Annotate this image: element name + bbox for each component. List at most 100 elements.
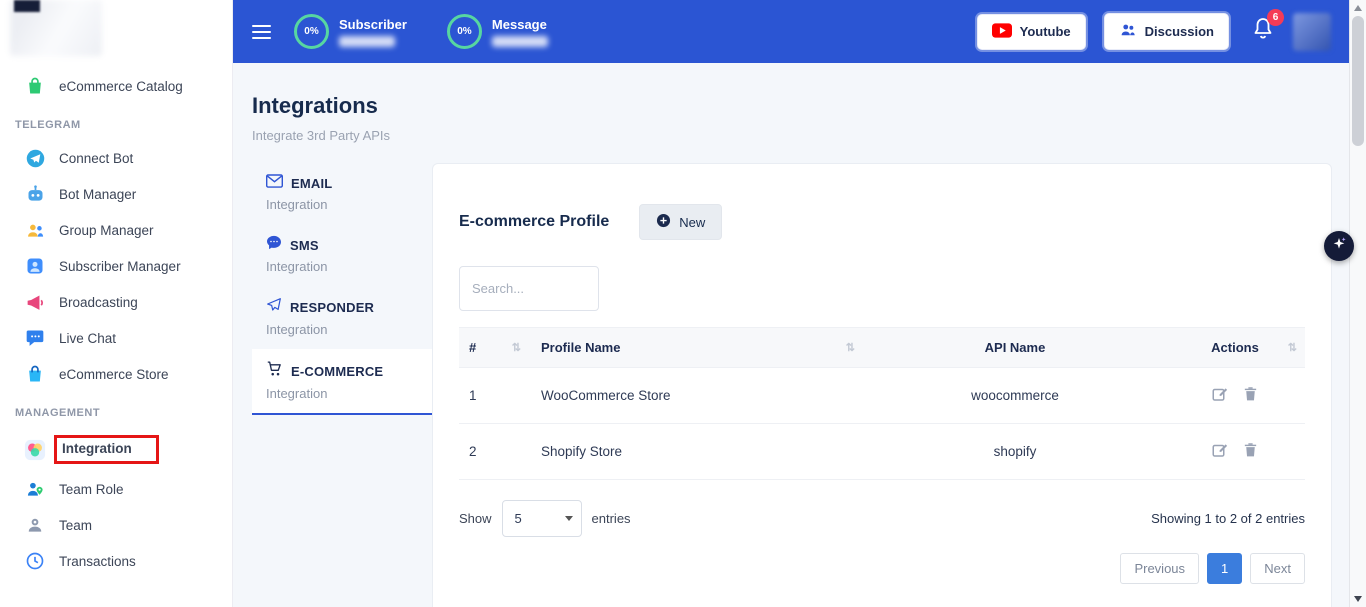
top-navbar: 0% Subscriber 0% Message Youtube Discuss… [233, 0, 1349, 63]
sidebar-item-label: Live Chat [59, 331, 116, 346]
team-role-icon [24, 478, 46, 500]
row-api-name: shopify [865, 424, 1165, 480]
subscriber-stat-label: Subscriber [339, 17, 407, 32]
annotation-highlight-box: Integration [54, 435, 159, 464]
search-input[interactable] [459, 266, 599, 311]
sidebar-item-ecommerce-store[interactable]: eCommerce Store [0, 356, 232, 392]
sidebar-item-label: Subscriber Manager [59, 259, 181, 274]
profiles-table: # ⇅ Profile Name⇅ API Name Actions ⇅ 1 [459, 327, 1305, 480]
sidebar-section-management: MANAGEMENT [0, 392, 232, 428]
ecommerce-profile-card: E-commerce Profile New #⇅ [432, 163, 1332, 607]
sidebar-item-ecommerce-catalog[interactable]: eCommerce Catalog [0, 68, 232, 104]
sidebar: eCommerce Catalog TELEGRAM Connect Bot B… [0, 0, 233, 607]
column-header-profile-name: Profile Name⇅ [531, 328, 865, 368]
subscriber-card-icon [24, 255, 46, 277]
row-profile-name: Shopify Store [531, 424, 865, 480]
robot-icon [24, 183, 46, 205]
sidebar-item-group-manager[interactable]: Group Manager [0, 212, 232, 248]
subscriber-progress-ring: 0% [294, 14, 329, 49]
store-bag-icon [24, 363, 46, 385]
edit-button[interactable] [1206, 383, 1234, 408]
tab-sublabel: Integration [266, 386, 420, 401]
sidebar-item-live-chat[interactable]: Live Chat [0, 320, 232, 356]
table-header-row: # ⇅ Profile Name⇅ API Name Actions ⇅ [459, 328, 1305, 368]
sort-icon[interactable]: ⇅ [1288, 341, 1297, 354]
chat-bubble-icon [24, 327, 46, 349]
sidebar-item-team[interactable]: Team [0, 507, 232, 543]
envelope-icon [266, 174, 283, 193]
tab-ecommerce-integration[interactable]: E-COMMERCE Integration [252, 349, 432, 415]
tab-label: SMS [290, 238, 319, 253]
discussion-button-label: Discussion [1145, 24, 1214, 39]
row-num: 1 [459, 368, 531, 424]
delete-button[interactable] [1237, 383, 1264, 408]
showing-entries-text: Showing 1 to 2 of 2 entries [1151, 511, 1305, 526]
scroll-up-arrow[interactable] [1354, 5, 1362, 11]
sidebar-item-broadcasting[interactable]: Broadcasting [0, 284, 232, 320]
row-api-name: woocommerce [865, 368, 1165, 424]
navbar-right-group: Youtube Discussion 6 [977, 13, 1349, 51]
main-content: Integrations Integrate 3rd Party APIs EM… [233, 63, 1349, 607]
edit-button[interactable] [1206, 439, 1234, 464]
tab-sms-integration[interactable]: SMS Integration [252, 224, 432, 286]
tab-sublabel: Integration [266, 322, 420, 337]
sidebar-item-bot-manager[interactable]: Bot Manager [0, 176, 232, 212]
blurred-message-count [492, 36, 548, 47]
transactions-clock-icon [24, 550, 46, 572]
cart-icon [266, 360, 283, 382]
sidebar-section-telegram: TELEGRAM [0, 104, 232, 140]
sidebar-item-team-role[interactable]: Team Role [0, 471, 232, 507]
column-label: Actions [1211, 340, 1259, 355]
entries-select[interactable]: 5 [502, 500, 582, 537]
notification-bell-icon[interactable]: 6 [1251, 16, 1275, 47]
subscriber-stat: 0% Subscriber [294, 14, 407, 49]
sidebar-item-subscriber-manager[interactable]: Subscriber Manager [0, 248, 232, 284]
sidebar-item-label: Broadcasting [59, 295, 138, 310]
tab-responder-integration[interactable]: RESPONDER Integration [252, 286, 432, 349]
sidebar-item-connect-bot[interactable]: Connect Bot [0, 140, 232, 176]
sidebar-item-label: Team [59, 518, 92, 533]
column-label: # [469, 340, 476, 355]
user-avatar[interactable] [1293, 13, 1331, 51]
tab-email-integration[interactable]: EMAIL Integration [252, 163, 432, 224]
discussion-button[interactable]: Discussion [1104, 13, 1229, 50]
delete-button[interactable] [1237, 439, 1264, 464]
message-stat: 0% Message [447, 14, 548, 49]
row-actions [1165, 368, 1305, 424]
hamburger-menu-icon[interactable] [252, 25, 271, 39]
entries-label: entries [592, 511, 631, 526]
users-icon [24, 219, 46, 241]
tab-sublabel: Integration [266, 197, 420, 212]
column-header-api-name: API Name [865, 328, 1165, 368]
assistant-widget-button[interactable] [1324, 231, 1354, 261]
pagination: Previous 1 Next [459, 553, 1305, 584]
row-profile-name: WooCommerce Store [531, 368, 865, 424]
show-label: Show [459, 511, 492, 526]
youtube-button[interactable]: Youtube [977, 14, 1086, 50]
scroll-down-arrow[interactable] [1354, 596, 1362, 602]
sort-icon[interactable]: ⇅ [512, 341, 521, 354]
sparkle-icon [1331, 236, 1347, 257]
message-progress-ring: 0% [447, 14, 482, 49]
sidebar-item-label: eCommerce Store [59, 367, 169, 382]
sort-icon[interactable]: ⇅ [846, 341, 855, 354]
sidebar-item-label: Group Manager [59, 223, 154, 238]
next-page-button[interactable]: Next [1250, 553, 1305, 584]
sidebar-item-label: Transactions [59, 554, 136, 569]
scrollbar-thumb[interactable] [1352, 16, 1364, 146]
row-num: 2 [459, 424, 531, 480]
new-button-label: New [679, 215, 705, 230]
table-row: 2 Shopify Store shopify [459, 424, 1305, 480]
paper-plane-icon [266, 297, 282, 318]
sidebar-item-integration[interactable]: Integration [0, 428, 232, 471]
page-1-button[interactable]: 1 [1207, 553, 1242, 584]
tab-sublabel: Integration [266, 259, 420, 274]
logo-area [0, 0, 232, 64]
row-actions [1165, 424, 1305, 480]
new-profile-button[interactable]: New [639, 204, 722, 240]
column-header-actions: Actions ⇅ [1165, 328, 1305, 368]
previous-page-button[interactable]: Previous [1120, 553, 1199, 584]
sidebar-item-transactions[interactable]: Transactions [0, 543, 232, 579]
message-stat-label: Message [492, 17, 548, 32]
sidebar-item-label: eCommerce Catalog [59, 79, 183, 94]
